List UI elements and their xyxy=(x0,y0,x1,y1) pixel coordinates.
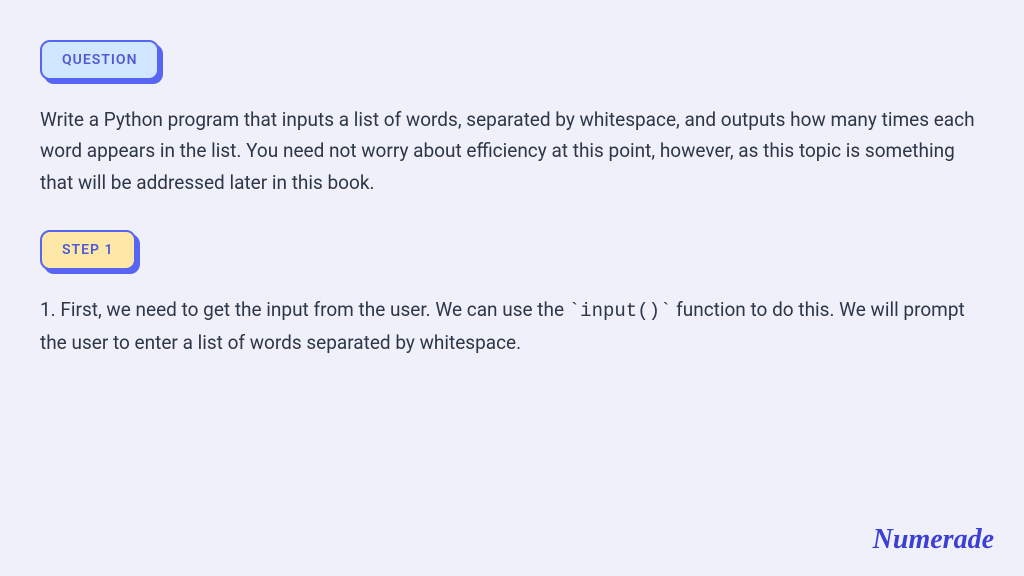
step-badge: STEP 1 xyxy=(40,230,136,270)
numerade-logo: Numerade xyxy=(873,524,994,556)
step-badge-label: STEP 1 xyxy=(40,230,136,270)
step-code: `input()` xyxy=(569,300,672,322)
step-text-prefix: 1. First, we need to get the input from … xyxy=(40,298,569,321)
question-badge: QUESTION xyxy=(40,40,159,80)
step-text: 1. First, we need to get the input from … xyxy=(40,294,984,359)
question-badge-label: QUESTION xyxy=(40,40,159,80)
question-text: Write a Python program that inputs a lis… xyxy=(40,104,984,198)
